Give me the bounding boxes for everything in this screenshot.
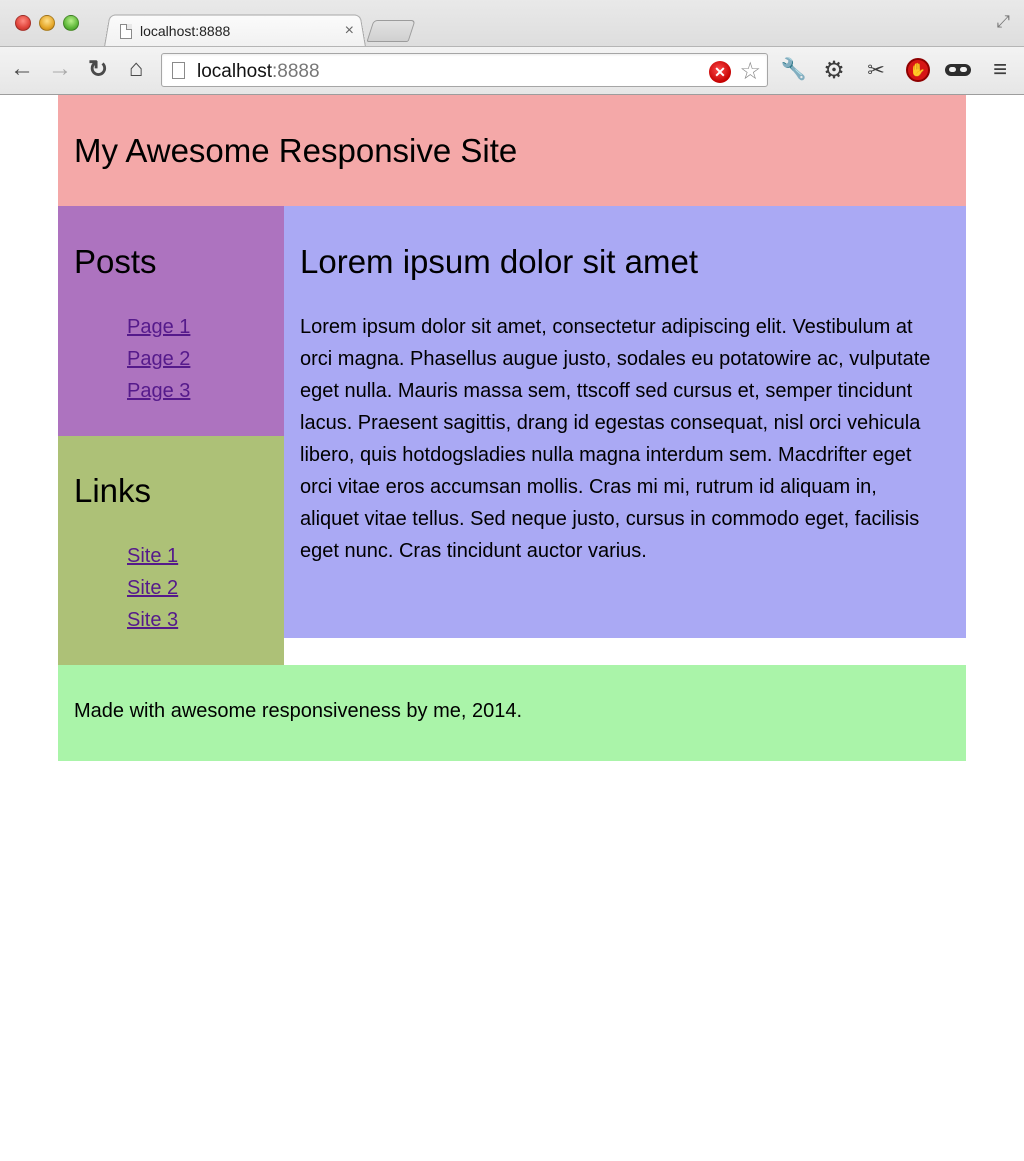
blocked-extension-icon[interactable]: ✕ bbox=[709, 61, 731, 83]
adblock-icon[interactable]: ✋ bbox=[903, 55, 933, 85]
post-link-page-2[interactable]: Page 2 bbox=[127, 348, 190, 370]
forward-button[interactable]: → bbox=[46, 55, 74, 83]
incognito-mask-icon[interactable] bbox=[943, 55, 973, 85]
post-link-page-1[interactable]: Page 1 bbox=[127, 316, 190, 338]
page-icon bbox=[172, 62, 185, 79]
main-content: Lorem ipsum dolor sit amet Lorem ipsum d… bbox=[284, 206, 966, 638]
site-link-2[interactable]: Site 2 bbox=[127, 577, 178, 599]
fullscreen-icon[interactable]: ⤢ bbox=[996, 12, 1010, 32]
mask-shape bbox=[945, 64, 971, 76]
browser-toolbar: ← → ↻ ⌂ localhost:8888 ✕ ☆ 🔧 ⚙ ✂ ✋ ≡ bbox=[0, 46, 1024, 94]
address-url[interactable]: localhost:8888 bbox=[197, 61, 320, 83]
list-item: Site 1 bbox=[127, 540, 268, 572]
close-window-button[interactable] bbox=[15, 15, 31, 31]
sidebar: Posts Page 1 Page 2 Page 3 Links Site 1 … bbox=[58, 206, 284, 665]
list-item: Page 2 bbox=[127, 343, 268, 375]
stop-hand-icon: ✋ bbox=[906, 58, 930, 82]
minimize-window-button[interactable] bbox=[39, 15, 55, 31]
links-heading: Links bbox=[74, 472, 152, 509]
close-tab-icon[interactable]: × bbox=[345, 22, 354, 40]
list-item: Page 1 bbox=[127, 311, 268, 343]
site-link-3[interactable]: Site 3 bbox=[127, 609, 178, 631]
tab-strip: localhost:8888 × ⤢ bbox=[0, 0, 1024, 47]
home-button[interactable]: ⌂ bbox=[122, 55, 150, 83]
browser-tab-content[interactable]: localhost:8888 × bbox=[120, 18, 360, 44]
article-body: Lorem ipsum dolor sit amet, consectetur … bbox=[300, 316, 931, 562]
gear-icon[interactable]: ⚙ bbox=[819, 55, 849, 85]
new-tab-button[interactable] bbox=[366, 20, 416, 42]
links-list: Site 1 Site 2 Site 3 bbox=[74, 540, 268, 636]
menu-icon[interactable]: ≡ bbox=[985, 55, 1015, 85]
bookmark-star-icon[interactable]: ☆ bbox=[739, 57, 761, 86]
site-title: My Awesome Responsive Site bbox=[74, 132, 518, 169]
footer-text: Made with awesome responsiveness by me, … bbox=[74, 700, 523, 722]
list-item: Site 2 bbox=[127, 572, 268, 604]
posts-heading: Posts bbox=[74, 243, 157, 280]
list-item: Page 3 bbox=[127, 375, 268, 407]
content-layout: Posts Page 1 Page 2 Page 3 Links Site 1 … bbox=[58, 206, 966, 665]
tab-title: localhost:8888 bbox=[140, 23, 231, 39]
list-item: Site 3 bbox=[127, 604, 268, 636]
page-icon bbox=[120, 23, 132, 39]
back-button[interactable]: ← bbox=[8, 55, 36, 83]
article-title: Lorem ipsum dolor sit amet bbox=[300, 243, 698, 280]
wrench-icon[interactable]: 🔧 bbox=[779, 55, 809, 85]
site-footer: Made with awesome responsiveness by me, … bbox=[58, 665, 966, 761]
post-link-page-3[interactable]: Page 3 bbox=[127, 380, 190, 402]
posts-list: Page 1 Page 2 Page 3 bbox=[74, 311, 268, 407]
browser-chrome: localhost:8888 × ⤢ ← → ↻ ⌂ localhost:888… bbox=[0, 0, 1024, 95]
posts-section: Posts Page 1 Page 2 Page 3 bbox=[58, 206, 284, 436]
reload-button[interactable]: ↻ bbox=[84, 55, 112, 83]
url-host: localhost bbox=[197, 61, 272, 82]
site-header: My Awesome Responsive Site bbox=[58, 95, 966, 206]
zoom-window-button[interactable] bbox=[63, 15, 79, 31]
links-section: Links Site 1 Site 2 Site 3 bbox=[58, 436, 284, 665]
site-link-1[interactable]: Site 1 bbox=[127, 545, 178, 567]
site-container: My Awesome Responsive Site Posts Page 1 … bbox=[58, 95, 966, 761]
extension-icon[interactable]: ✂ bbox=[861, 55, 891, 85]
page-viewport: My Awesome Responsive Site Posts Page 1 … bbox=[0, 95, 1024, 1161]
url-port: :8888 bbox=[272, 61, 320, 82]
address-bar[interactable]: localhost:8888 ✕ ☆ bbox=[161, 53, 768, 87]
